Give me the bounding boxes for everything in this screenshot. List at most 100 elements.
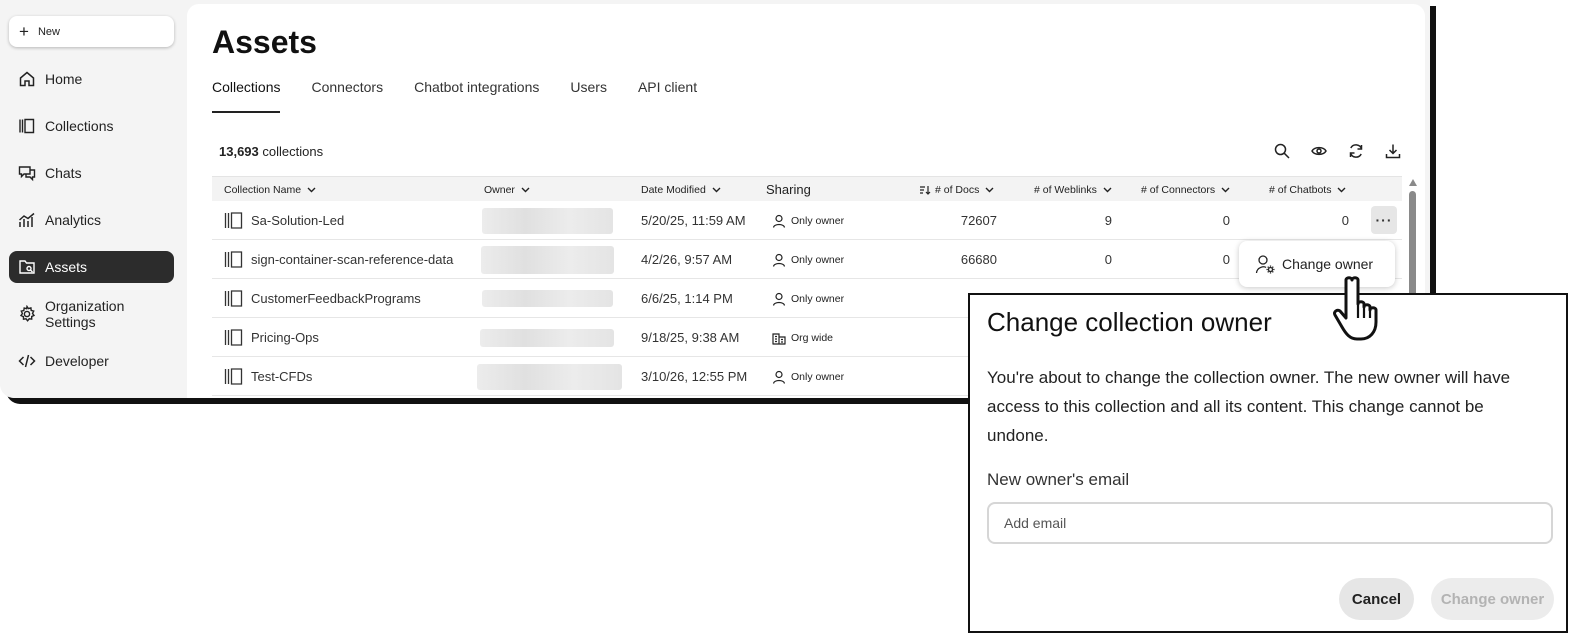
collection-name-cell: CustomerFeedbackPrograms bbox=[224, 279, 421, 318]
date-cell: 9/18/25, 9:38 AM bbox=[641, 330, 740, 345]
column-header-label: # of Chatbots bbox=[1269, 183, 1332, 196]
new-button-label: New bbox=[37, 25, 60, 38]
column-header-label: # of Docs bbox=[935, 183, 980, 196]
sharing-cell: Org wide bbox=[772, 318, 833, 357]
column-header-owner[interactable]: Owner bbox=[484, 177, 530, 202]
column-header-label: # of Connectors bbox=[1141, 183, 1216, 196]
collection-name[interactable]: CustomerFeedbackPrograms bbox=[251, 291, 421, 306]
chevron-down-icon bbox=[985, 187, 994, 193]
sidebar: + New Home Collections Chats Analytics A… bbox=[0, 0, 186, 398]
sidebar-item-label: Home bbox=[45, 71, 83, 87]
owner-cell bbox=[480, 318, 614, 357]
dialog-description: You're about to change the collection ow… bbox=[987, 368, 1511, 445]
redacted-owner bbox=[477, 363, 622, 390]
search-button[interactable] bbox=[1263, 138, 1300, 164]
sidebar-item-label: Assets bbox=[45, 259, 88, 275]
collection-count-number: 13,693 bbox=[219, 144, 259, 159]
refresh-icon bbox=[1349, 144, 1362, 158]
sharing-cell: Only owner bbox=[772, 201, 844, 240]
email-field[interactable] bbox=[987, 502, 1553, 544]
table-row[interactable]: sign-container-scan-reference-data 4/2/2… bbox=[212, 240, 1402, 279]
weblinks-cell: 0 bbox=[1104, 252, 1112, 267]
tab-users[interactable]: Users bbox=[570, 79, 607, 111]
date-cell: 4/2/26, 9:57 AM bbox=[641, 252, 733, 267]
column-header-connectors[interactable]: # of Connectors bbox=[1141, 177, 1230, 202]
sidebar-item-developer[interactable]: Developer bbox=[9, 345, 174, 377]
sharing-label: Only owner bbox=[791, 292, 845, 305]
dialog-title: Change collection owner bbox=[987, 307, 1272, 337]
sidebar-item-collections[interactable]: Collections bbox=[9, 110, 174, 142]
collection-count: 13,693 collections bbox=[219, 144, 323, 159]
sidebar-item-organization-settings[interactable]: Organization Settings bbox=[9, 298, 174, 330]
sharing-cell: Only owner bbox=[772, 240, 844, 279]
collection-name[interactable]: Pricing-Ops bbox=[251, 330, 319, 345]
tab-chatbot-integrations[interactable]: Chatbot integrations bbox=[414, 79, 539, 111]
column-header-label: Date Modified bbox=[641, 183, 706, 196]
view-button[interactable] bbox=[1300, 138, 1337, 164]
new-button[interactable]: + New bbox=[9, 16, 174, 47]
docs-cell: 66680 bbox=[960, 252, 997, 267]
chevron-down-icon bbox=[307, 187, 316, 193]
page-title: Assets bbox=[212, 24, 317, 60]
sharing-label: Only owner bbox=[791, 214, 845, 227]
redacted-owner bbox=[481, 245, 614, 274]
table-row[interactable]: Sa-Solution-Led 5/20/25, 11:59 AM Only o… bbox=[212, 201, 1402, 240]
owner-cell bbox=[482, 279, 613, 318]
tab-collections[interactable]: Collections bbox=[212, 79, 281, 113]
sidebar-item-label: Organization Settings bbox=[45, 298, 125, 330]
cancel-button[interactable]: Cancel bbox=[1339, 578, 1414, 620]
change-owner-button[interactable]: Change owner bbox=[1431, 578, 1554, 620]
column-header-collection-name[interactable]: Collection Name bbox=[224, 177, 316, 202]
chevron-down-icon bbox=[1221, 187, 1230, 193]
change-owner-dialog: Change collection owner You're about to … bbox=[968, 293, 1568, 633]
collection-name-cell: Pricing-Ops bbox=[224, 318, 319, 357]
sidebar-item-assets[interactable]: Assets bbox=[9, 251, 174, 283]
owner-cell bbox=[481, 240, 614, 279]
sidebar-item-home[interactable]: Home bbox=[9, 63, 174, 95]
sharing-label: Org wide bbox=[791, 331, 834, 344]
collection-icon bbox=[224, 329, 243, 346]
person-icon bbox=[772, 292, 786, 306]
table-header: Collection Name Owner Date Modified Shar… bbox=[212, 176, 1402, 201]
code-icon bbox=[18, 354, 36, 368]
sidebar-item-label: Chats bbox=[45, 165, 82, 181]
column-header-chatbots[interactable]: # of Chatbots bbox=[1269, 177, 1346, 202]
column-header-label: # of Weblinks bbox=[1034, 183, 1097, 196]
person-gear-icon bbox=[1255, 254, 1275, 273]
tab-api-client[interactable]: API client bbox=[638, 79, 697, 111]
home-icon bbox=[19, 71, 35, 87]
assets-icon bbox=[19, 260, 35, 274]
more-actions-button[interactable]: ··· bbox=[1371, 206, 1397, 234]
collection-name-cell: sign-container-scan-reference-data bbox=[224, 240, 453, 279]
collection-name[interactable]: Sa-Solution-Led bbox=[251, 213, 344, 228]
weblinks-cell: 9 bbox=[1104, 213, 1112, 228]
chats-icon bbox=[18, 166, 36, 182]
sidebar-item-label: Analytics bbox=[45, 212, 102, 228]
refresh-button[interactable] bbox=[1337, 138, 1374, 164]
chevron-down-icon bbox=[1103, 187, 1112, 193]
redacted-owner bbox=[480, 328, 614, 347]
column-header-label: Collection Name bbox=[224, 183, 302, 196]
collection-name-cell: Test-CFDs bbox=[224, 357, 312, 396]
column-header-weblinks[interactable]: # of Weblinks bbox=[1034, 177, 1112, 202]
email-field-label: New owner's email bbox=[987, 470, 1130, 489]
sharing-label: Only owner bbox=[791, 253, 845, 266]
collection-name[interactable]: Test-CFDs bbox=[251, 369, 312, 384]
download-button[interactable] bbox=[1374, 138, 1411, 164]
table-toolbar bbox=[1263, 138, 1411, 164]
column-header-docs[interactable]: # of Docs bbox=[919, 177, 994, 202]
sidebar-item-analytics[interactable]: Analytics bbox=[9, 204, 174, 236]
tab-connectors[interactable]: Connectors bbox=[311, 79, 383, 111]
docs-cell: 72607 bbox=[960, 213, 997, 228]
column-header-date-modified[interactable]: Date Modified bbox=[641, 177, 721, 202]
collection-name[interactable]: sign-container-scan-reference-data bbox=[251, 252, 453, 267]
analytics-icon bbox=[19, 212, 35, 227]
chevron-down-icon bbox=[712, 187, 721, 193]
collection-count-suffix: collections bbox=[262, 144, 324, 159]
sidebar-item-chats[interactable]: Chats bbox=[9, 157, 174, 189]
collection-icon bbox=[224, 251, 243, 268]
scroll-up-arrow-icon[interactable] bbox=[1409, 179, 1417, 186]
context-menu-label[interactable]: Change owner bbox=[1282, 256, 1373, 272]
collection-icon bbox=[224, 368, 243, 385]
collection-icon bbox=[224, 212, 243, 229]
